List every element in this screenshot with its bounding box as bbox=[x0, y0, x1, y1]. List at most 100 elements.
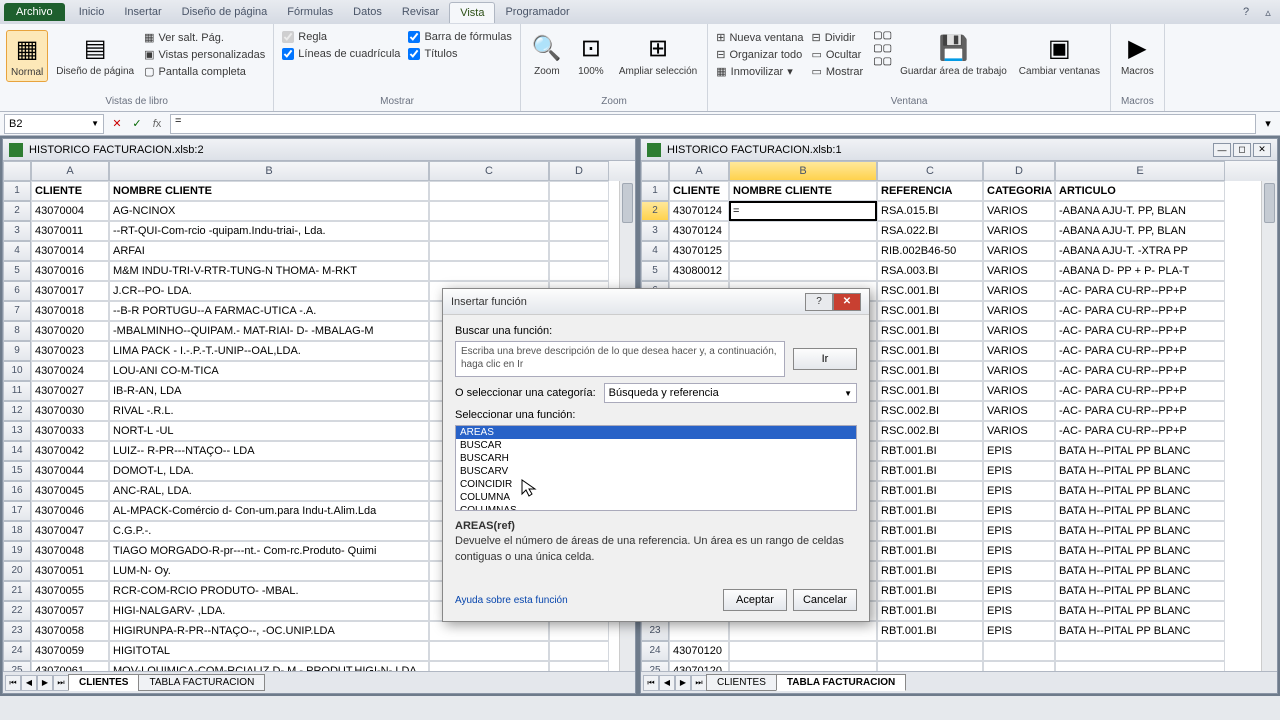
window-restore-icon[interactable]: ◻ bbox=[1233, 143, 1251, 157]
dialog-help-icon[interactable]: ? bbox=[805, 293, 833, 311]
row-header[interactable]: 10 bbox=[3, 361, 31, 381]
cell[interactable]: 43070120 bbox=[669, 661, 729, 671]
cell[interactable] bbox=[877, 641, 983, 661]
row-header[interactable]: 23 bbox=[641, 621, 669, 641]
minimize-ribbon-icon[interactable]: ▵ bbox=[1260, 4, 1276, 20]
sheet-tab[interactable]: TABLA FACTURACION bbox=[776, 674, 906, 691]
dialog-close-icon[interactable]: ✕ bbox=[833, 293, 861, 311]
row-header[interactable]: 2 bbox=[641, 201, 669, 221]
tab-file[interactable]: Archivo bbox=[4, 3, 65, 21]
ok-button[interactable]: Aceptar bbox=[723, 589, 787, 611]
cell[interactable]: RBT.001.BI bbox=[877, 461, 983, 481]
col-header[interactable]: C bbox=[877, 161, 983, 181]
cell[interactable]: 43070057 bbox=[31, 601, 109, 621]
row-header[interactable]: 4 bbox=[3, 241, 31, 261]
tab-fórmulas[interactable]: Fórmulas bbox=[277, 2, 343, 23]
expand-formula-icon[interactable]: ▾ bbox=[1260, 117, 1276, 130]
cell[interactable]: VARIOS bbox=[983, 261, 1055, 281]
row-header[interactable]: 25 bbox=[3, 661, 31, 671]
window-close-icon[interactable]: ✕ bbox=[1253, 143, 1271, 157]
cell[interactable]: RBT.001.BI bbox=[877, 541, 983, 561]
normal-view-button[interactable]: ▦Normal bbox=[6, 30, 48, 82]
cell[interactable] bbox=[729, 621, 877, 641]
cell[interactable]: VARIOS bbox=[983, 421, 1055, 441]
row-header[interactable]: 20 bbox=[3, 561, 31, 581]
cell[interactable]: 43070124 bbox=[669, 221, 729, 241]
sheet-tab[interactable]: CLIENTES bbox=[68, 674, 139, 691]
cell[interactable] bbox=[429, 241, 549, 261]
cell[interactable] bbox=[549, 261, 609, 281]
cell[interactable]: RBT.001.BI bbox=[877, 561, 983, 581]
cell[interactable]: 43070055 bbox=[31, 581, 109, 601]
cell[interactable]: BATA H--PITAL PP BLANC bbox=[1055, 441, 1225, 461]
macros-button[interactable]: ▶Macros bbox=[1117, 30, 1158, 80]
cell[interactable]: RBT.001.BI bbox=[877, 441, 983, 461]
row-header[interactable]: 14 bbox=[3, 441, 31, 461]
cell[interactable]: RSA.015.BI bbox=[877, 201, 983, 221]
cell[interactable]: RIB.002B46-50 bbox=[877, 241, 983, 261]
row-header[interactable]: 18 bbox=[3, 521, 31, 541]
split-button[interactable]: ⊟ Dividir bbox=[809, 30, 865, 45]
row-header[interactable]: 15 bbox=[3, 461, 31, 481]
function-list-item[interactable]: COLUMNAS bbox=[456, 504, 856, 511]
col-header[interactable]: D bbox=[983, 161, 1055, 181]
page-layout-button[interactable]: ▤Diseño de página bbox=[52, 30, 138, 80]
cell[interactable]: IB-R-AN, LDA bbox=[109, 381, 429, 401]
function-list[interactable]: AREASBUSCARBUSCARHBUSCARVCOINCIDIRCOLUMN… bbox=[455, 425, 857, 511]
cell[interactable]: 43070125 bbox=[669, 241, 729, 261]
cell[interactable]: BATA H--PITAL PP BLANC bbox=[1055, 481, 1225, 501]
scrollbar-thumb[interactable] bbox=[1264, 183, 1275, 223]
cell[interactable] bbox=[549, 201, 609, 221]
cell[interactable]: M&M INDU-TRI-V-RTR-TUNG-N THOMA- M-RKT bbox=[109, 261, 429, 281]
gridlines-check[interactable]: Líneas de cuadrícula bbox=[280, 47, 402, 61]
tab-inicio[interactable]: Inicio bbox=[69, 2, 115, 23]
cell[interactable]: RCR-COM-RCIO PRODUTO- -MBAL. bbox=[109, 581, 429, 601]
cell[interactable]: -ABANA AJU-T. PP, BLAN bbox=[1055, 201, 1225, 221]
cell[interactable]: RSC.001.BI bbox=[877, 321, 983, 341]
cell[interactable]: = bbox=[729, 201, 877, 221]
cell[interactable]: -ABANA D- PP + P- PLA-T bbox=[1055, 261, 1225, 281]
cell[interactable] bbox=[729, 661, 877, 671]
row-header[interactable]: 3 bbox=[3, 221, 31, 241]
cell[interactable]: -AC- PARA CU-RP--PP+P bbox=[1055, 301, 1225, 321]
cell[interactable]: 43070033 bbox=[31, 421, 109, 441]
cell[interactable]: 43070120 bbox=[669, 641, 729, 661]
cell[interactable]: LIMA PACK - I.-.P.-T.-UNIP--OAL,LDA. bbox=[109, 341, 429, 361]
cell[interactable]: 43070047 bbox=[31, 521, 109, 541]
row-header[interactable]: 7 bbox=[3, 301, 31, 321]
cell[interactable]: RBT.001.BI bbox=[877, 481, 983, 501]
cell[interactable]: HIGIRUNPA-R-PR--NTAÇO--, -OC.UNIP.LDA bbox=[109, 621, 429, 641]
cell[interactable]: RBT.001.BI bbox=[877, 581, 983, 601]
cell[interactable] bbox=[429, 261, 549, 281]
cell[interactable]: LUM-N- Oy. bbox=[109, 561, 429, 581]
row-header[interactable]: 21 bbox=[3, 581, 31, 601]
fullscreen-check[interactable]: ▢ Pantalla completa bbox=[142, 64, 267, 79]
cell[interactable]: C.G.P.-. bbox=[109, 521, 429, 541]
cell[interactable]: LOU-ANI CO-M-TICA bbox=[109, 361, 429, 381]
cell[interactable]: VARIOS bbox=[983, 341, 1055, 361]
cell[interactable] bbox=[1055, 641, 1225, 661]
cell[interactable]: AG-NCINOX bbox=[109, 201, 429, 221]
cell[interactable]: RBT.001.BI bbox=[877, 601, 983, 621]
cell[interactable]: EPIS bbox=[983, 581, 1055, 601]
cell[interactable]: 43080012 bbox=[669, 261, 729, 281]
cell[interactable]: RSC.001.BI bbox=[877, 281, 983, 301]
cell[interactable]: RSC.001.BI bbox=[877, 381, 983, 401]
cell[interactable] bbox=[549, 641, 609, 661]
row-header[interactable]: 24 bbox=[3, 641, 31, 661]
cell[interactable]: VARIOS bbox=[983, 281, 1055, 301]
cell[interactable] bbox=[729, 641, 877, 661]
cell[interactable]: VARIOS bbox=[983, 301, 1055, 321]
sheet-tab[interactable]: TABLA FACTURACION bbox=[138, 674, 265, 691]
cell[interactable]: BATA H--PITAL PP BLANC bbox=[1055, 501, 1225, 521]
cell[interactable]: 43070014 bbox=[31, 241, 109, 261]
cell[interactable]: RSA.003.BI bbox=[877, 261, 983, 281]
cell[interactable]: EPIS bbox=[983, 561, 1055, 581]
col-header[interactable]: E bbox=[1055, 161, 1225, 181]
tab-diseño-de-página[interactable]: Diseño de página bbox=[172, 2, 278, 23]
cell[interactable]: EPIS bbox=[983, 621, 1055, 641]
cell[interactable]: 43070048 bbox=[31, 541, 109, 561]
cell[interactable]: -AC- PARA CU-RP--PP+P bbox=[1055, 281, 1225, 301]
cell[interactable] bbox=[983, 661, 1055, 671]
cell[interactable] bbox=[549, 621, 609, 641]
